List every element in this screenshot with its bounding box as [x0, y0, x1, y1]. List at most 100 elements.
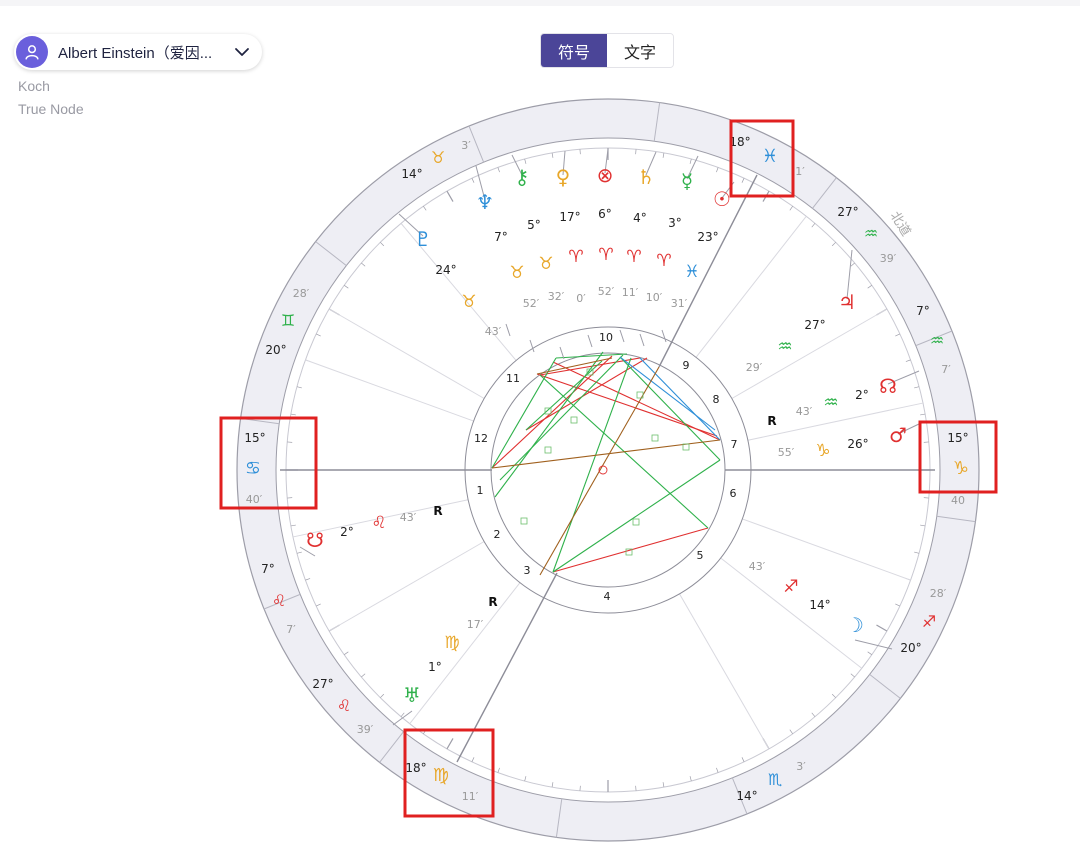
planet-degree: 7°: [494, 230, 508, 244]
cusp-degree: 7°: [261, 562, 275, 576]
midheaven-degree: 18°: [729, 135, 750, 149]
cusp-degree: 14°: [736, 789, 757, 803]
planet-degree: 17°: [559, 210, 580, 224]
house-number: 5: [697, 549, 704, 562]
planet-minutes: 55′: [778, 446, 795, 459]
retrograde-marker: R: [488, 595, 497, 609]
ic-degree: 18°: [405, 761, 426, 775]
aquarius-icon: ♒: [864, 224, 878, 243]
capricorn-icon: ♑: [953, 458, 969, 479]
planet-minutes: 0′: [576, 292, 586, 305]
planet-sign-icon: ♈: [626, 247, 641, 267]
planet-degree: 23°: [697, 230, 718, 244]
cusp-degree: 20°: [900, 641, 921, 655]
planet-sign-icon: ♉: [538, 254, 553, 274]
planet-minutes: 43′: [796, 405, 813, 418]
planet-degree: 3°: [668, 216, 682, 230]
south-node-icon: ☋: [306, 528, 324, 552]
cusp-degree: 27°: [312, 677, 333, 691]
cusp-minutes: 7′: [941, 363, 951, 376]
planet-degree: 2°: [340, 525, 354, 539]
planet-sign-icon: ♑: [815, 441, 830, 461]
cusp-minutes: 7′: [286, 623, 296, 636]
planet-sign-icon: ♈: [656, 251, 671, 271]
cusp-minutes: 39′: [357, 723, 374, 736]
planet-minutes: 43′: [749, 560, 766, 573]
house-number: 6: [730, 487, 737, 500]
ascendant-minutes: 40′: [246, 493, 263, 506]
ic-minutes: 11′: [462, 790, 479, 803]
planet-degree: 26°: [847, 437, 868, 451]
planet-sign-icon: ♐: [783, 577, 798, 597]
planet-degree: 24°: [435, 263, 456, 277]
house-number: 12: [474, 432, 488, 445]
planet-degree: 1°: [428, 660, 442, 674]
cusp-minutes: 39′: [880, 252, 897, 265]
cusp-degree: 27°: [837, 205, 858, 219]
planet-minutes: 52′: [523, 297, 540, 310]
neptune-icon: ♆: [476, 190, 494, 214]
planet-minutes: 29′: [746, 361, 763, 374]
planet-degree: 6°: [598, 207, 612, 221]
part-of-fortune-icon: ⊗: [597, 163, 614, 187]
house-number: 2: [494, 528, 501, 541]
cusp-minutes: 28′: [293, 287, 310, 300]
ascendant-degree: 15°: [244, 431, 265, 445]
cusp-minutes: 3′: [461, 139, 471, 152]
mercury-icon: ☿: [681, 169, 693, 193]
descendant-minutes: 40: [951, 494, 965, 507]
chiron-icon: ⚷: [515, 165, 530, 189]
retrograde-marker: R: [767, 414, 776, 428]
aquarius-icon: ♒: [930, 331, 944, 350]
uranus-icon: ♅: [403, 683, 421, 707]
planet-degree: 4°: [633, 211, 647, 225]
planet-sign-icon: ♉: [461, 292, 476, 312]
planet-minutes: 10′: [646, 291, 663, 304]
mars-icon: ♂: [889, 423, 907, 447]
house-number: 9: [683, 359, 690, 372]
planet-degree: 14°: [809, 598, 830, 612]
planet-minutes: 31′: [671, 297, 688, 310]
sun-icon: ☉: [713, 187, 731, 211]
scorpio-icon: ♏: [768, 770, 782, 789]
cusp-minutes: 28′: [930, 587, 947, 600]
house-number: 3: [524, 564, 531, 577]
planet-minutes: 11′: [622, 286, 639, 299]
planet-minutes: 17′: [467, 618, 484, 631]
planet-sign-icon: ♓: [684, 262, 699, 282]
retrograde-marker: R: [433, 504, 442, 518]
planet-sign-icon: ♈: [568, 247, 583, 267]
pisces-icon: ♓: [762, 146, 778, 167]
planet-degree: 5°: [527, 218, 541, 232]
gemini-icon: ♊: [281, 311, 295, 330]
venus-icon: ♀: [556, 165, 571, 189]
cusp-degree: 20°: [265, 343, 286, 357]
planet-minutes: 32′: [548, 290, 565, 303]
house-number: 11: [506, 372, 520, 385]
planet-sign-icon: ♈: [598, 245, 613, 265]
cusp-degree: 7°: [916, 304, 930, 318]
sagittarius-icon: ♐: [922, 612, 936, 631]
planet-minutes: 43′: [485, 325, 502, 338]
virgo-icon: ♍: [433, 765, 449, 786]
house-number: 4: [604, 590, 611, 603]
natal-chart: 123456789101112 15°♋40′15°♑4018°♓1′18° ♍1…: [219, 98, 998, 842]
cusp-degree: 14°: [401, 167, 422, 181]
planet-sign-icon: ♉: [509, 263, 524, 283]
moon-icon: ☽: [846, 613, 864, 637]
jupiter-icon: ♃: [838, 290, 856, 314]
leo-icon: ♌: [272, 591, 286, 610]
pluto-icon: ♇: [414, 227, 432, 251]
leo-icon: ♌: [337, 696, 351, 715]
planet-sign-icon: ♍: [444, 633, 459, 653]
taurus-icon: ♉: [431, 148, 445, 167]
house-number: 1: [477, 484, 484, 497]
house-number: 10: [599, 331, 613, 344]
planet-degree: 27°: [804, 318, 825, 332]
cusp-minutes: 3′: [796, 760, 806, 773]
midheaven-minutes: 1′: [795, 165, 805, 178]
planet-sign-icon: ♒: [777, 337, 792, 357]
planet-minutes: 52′: [598, 285, 615, 298]
house-number: 8: [713, 393, 720, 406]
planet-sign-icon: ♌: [371, 513, 386, 533]
